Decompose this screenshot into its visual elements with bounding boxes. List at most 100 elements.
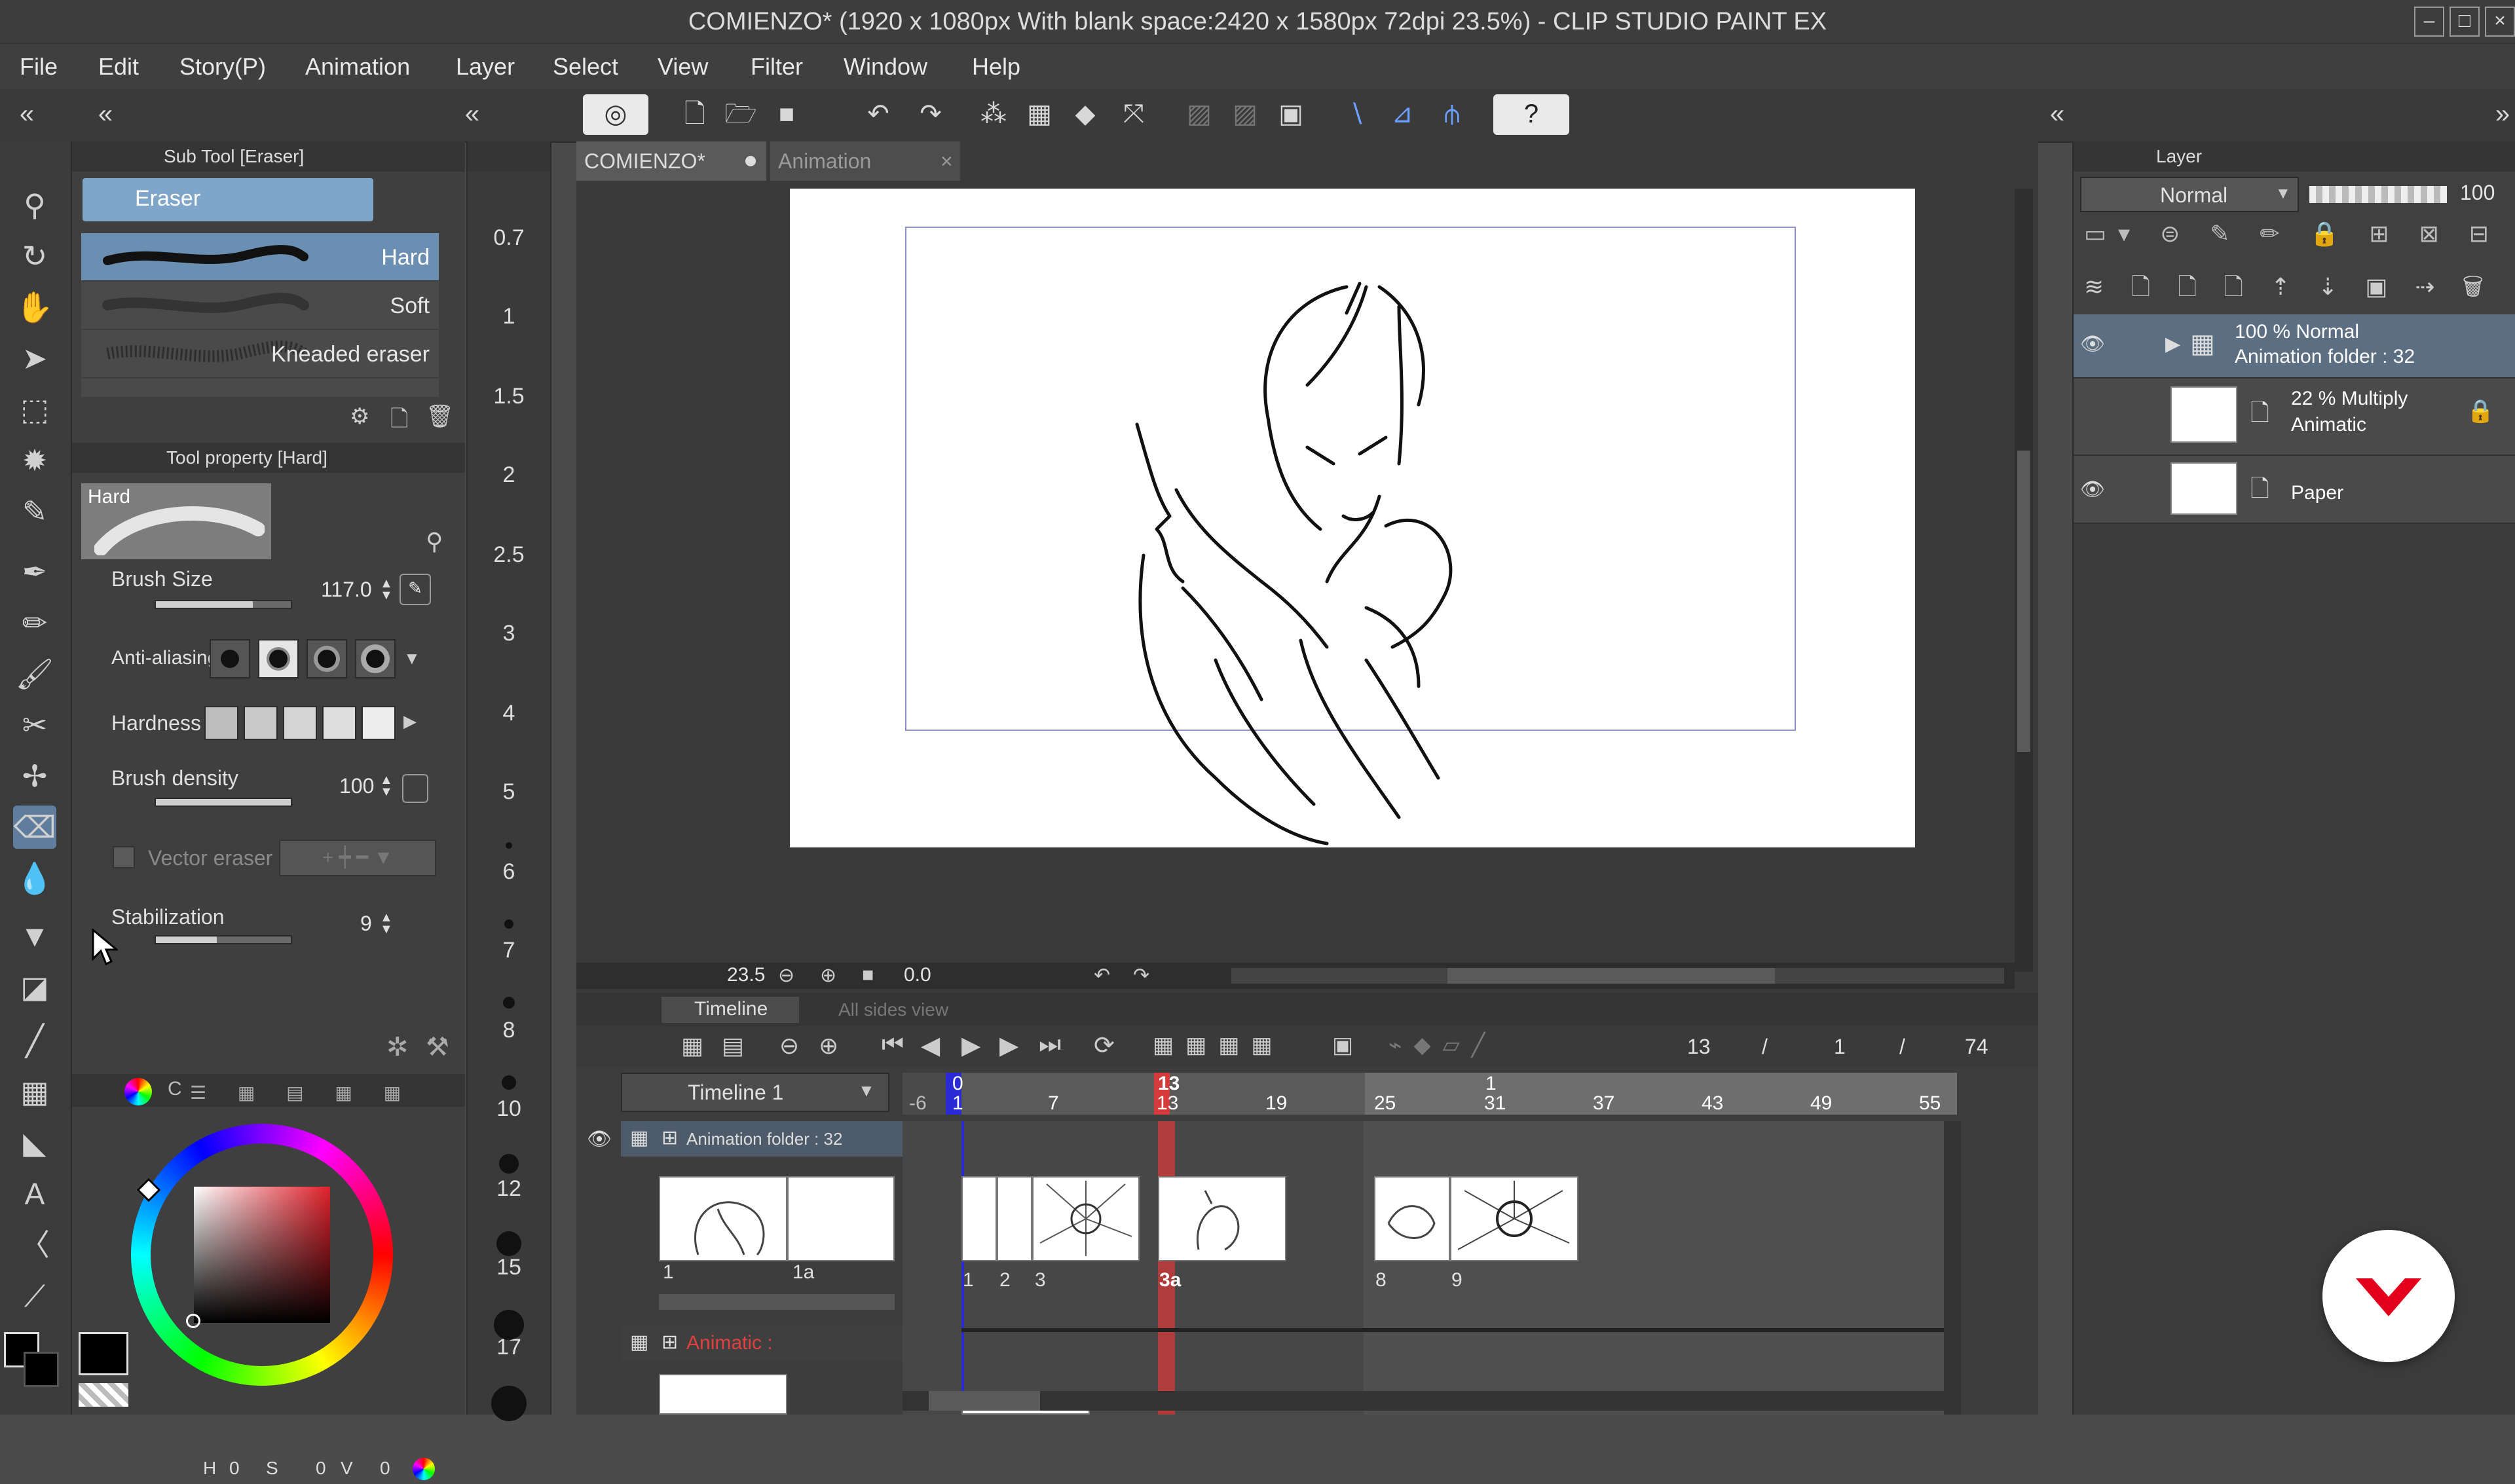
antialias-dropdown-icon[interactable]: ▼ [403, 648, 420, 669]
density-stepper[interactable]: ▲ ▼ [380, 773, 393, 798]
first-frame-icon[interactable]: ⏮ [882, 1031, 904, 1059]
property-settings-icon[interactable]: ✲ [386, 1032, 409, 1062]
total-frames[interactable]: 74 [1965, 1035, 1988, 1059]
onion-skin-icon[interactable]: ▣ [1332, 1032, 1353, 1058]
timeline-select[interactable]: Timeline 1 ▼ [621, 1073, 889, 1112]
operation-icon[interactable]: ◣ [13, 1121, 56, 1164]
zoom-value[interactable]: 23.5 [727, 964, 765, 986]
hue-handle[interactable] [136, 1178, 161, 1202]
subtool-group-eraser[interactable]: Eraser [83, 178, 373, 221]
keyframe-tools-icons[interactable]: ⌁◆▱╱ [1388, 1032, 1497, 1058]
zoom-tool-icon[interactable]: ⚲ [13, 183, 56, 227]
all-sides-tab-label[interactable]: All sides view [838, 999, 948, 1020]
opacity-value[interactable]: 100 [2460, 181, 2495, 205]
timeline-zoom-out-icon[interactable]: ⊖ [779, 1032, 799, 1060]
size-1[interactable]: 1 [468, 304, 550, 329]
snap-special-icon[interactable]: ⊿ [1382, 94, 1423, 135]
gradient-icon[interactable]: ◪ [13, 965, 56, 1009]
size-3[interactable]: 3 [468, 621, 550, 646]
folder-cel-1a[interactable] [787, 1176, 895, 1261]
color-tab-label[interactable]: C [168, 1078, 182, 1100]
collapse-left-2-icon[interactable]: « [85, 94, 126, 135]
size-7[interactable]: 7 [468, 938, 550, 963]
snap-grid-icon[interactable]: ⫛ [1432, 94, 1472, 135]
pen-icon[interactable]: ✒ [13, 550, 56, 593]
help-icon[interactable]: ? [1493, 94, 1569, 135]
color-wheel[interactable] [131, 1124, 393, 1386]
cel-3a[interactable] [1158, 1176, 1286, 1261]
rotate-left-icon[interactable]: ↶ [1094, 964, 1110, 987]
layer-tool-row-2[interactable]: ≋ 🗋 🗋 🗋 ⇡ ⇣ ▣ ⇢ 🗑 [2084, 270, 2503, 309]
new-file-icon[interactable]: 🗋 [675, 94, 715, 135]
color-mode-icon[interactable] [413, 1458, 435, 1480]
menu-file[interactable]: File [20, 44, 58, 90]
size-10[interactable]: 10 [468, 1096, 550, 1122]
antialias-strong[interactable] [355, 639, 396, 678]
size-5[interactable]: 5 [468, 779, 550, 805]
cel-3[interactable] [1032, 1176, 1140, 1261]
zoom-in-icon[interactable]: ⊕ [820, 964, 836, 987]
open-file-icon[interactable]: 🗁 [720, 94, 761, 135]
menu-edit[interactable]: Edit [98, 44, 139, 90]
brush-icon[interactable]: 🖌 [13, 652, 56, 696]
size-4[interactable]: 4 [468, 701, 550, 726]
stabilization-stepper[interactable]: ▲ ▼ [380, 911, 393, 936]
brush-item-soft[interactable]: Soft [81, 282, 439, 329]
collapse-left-3-icon[interactable]: « [452, 94, 493, 135]
frame-icon[interactable]: ▦ [13, 1070, 56, 1113]
layer-eye-icon[interactable]: 👁 [2080, 478, 2105, 501]
cel-9[interactable] [1450, 1176, 1578, 1261]
play-icon[interactable]: ▶ [961, 1031, 980, 1060]
menu-animation[interactable]: Animation [305, 44, 410, 90]
save-icon[interactable]: ■ [766, 94, 807, 135]
drawing-canvas[interactable] [790, 189, 1915, 847]
hardness-5[interactable] [362, 706, 396, 740]
next-frame-icon[interactable]: ▶ [999, 1031, 1018, 1060]
zoom-out-icon[interactable]: ⊖ [778, 964, 794, 987]
brush-item-hard[interactable]: Hard [81, 233, 439, 280]
crop-icon[interactable]: ▨ [1179, 94, 1220, 135]
brush-size-slider[interactable] [155, 600, 292, 609]
doc-tab-animation[interactable]: Animation [770, 141, 960, 181]
undo-icon[interactable]: ↶ [858, 94, 899, 135]
lock-icon[interactable]: 🔒 [2467, 398, 2494, 424]
fit-icon[interactable]: ■ [862, 964, 874, 986]
playback-value[interactable]: 1 [1834, 1035, 1846, 1059]
expand-plus-icon[interactable]: ⊞ [661, 1126, 678, 1149]
figure-icon[interactable]: ╱ [13, 1019, 56, 1062]
size-2[interactable]: 2 [468, 462, 550, 488]
close-tab-icon[interactable]: × [941, 149, 953, 174]
redo-icon[interactable]: ↷ [910, 94, 951, 135]
menu-select[interactable]: Select [553, 44, 618, 90]
correct-line-icon[interactable]: ⟋ [13, 1274, 56, 1318]
cel-1[interactable] [961, 1176, 997, 1261]
timeline-tab[interactable]: Timeline [661, 997, 799, 1023]
color-picker-handle[interactable] [186, 1314, 200, 1328]
rotate-right-icon[interactable]: ↷ [1133, 964, 1149, 987]
canvas-vscroll[interactable] [2015, 189, 2033, 972]
blend-icon[interactable]: 💧 [13, 857, 56, 900]
frames-area[interactable]: 1 2 3 3a 8 9 [903, 1121, 1944, 1415]
color-sv-square[interactable] [194, 1187, 330, 1323]
hardness-1[interactable] [204, 706, 238, 740]
loop-icon[interactable]: ⟳ [1094, 1031, 1115, 1060]
stabilization-value[interactable]: 9 [360, 912, 372, 936]
sub-color-swatch[interactable] [24, 1352, 59, 1387]
frame-ruler[interactable]: 0 13 1 -6 1 7 13 19 25 31 37 43 49 55 [903, 1073, 1957, 1115]
animatic-cel[interactable] [659, 1374, 787, 1415]
size-12[interactable]: 12 [468, 1176, 550, 1202]
delete-subtool-icon[interactable]: 🗑 [426, 403, 454, 430]
density-slider[interactable] [155, 798, 292, 807]
color-main-swatch[interactable] [79, 1332, 128, 1375]
current-frame[interactable]: 13 [1687, 1035, 1711, 1059]
collapse-right-icon[interactable]: « [2037, 94, 2077, 135]
canvas-hscroll[interactable] [1231, 968, 2004, 984]
maximize-button[interactable]: □ [2450, 7, 2480, 37]
text-icon[interactable]: A [13, 1172, 56, 1215]
new-subtool-icon[interactable]: 🗋 [390, 403, 408, 441]
track-scrollbar[interactable] [659, 1294, 895, 1310]
select-all-icon[interactable]: ▣ [1271, 94, 1311, 135]
density-pressure-icon[interactable] [402, 774, 428, 803]
size-15[interactable]: 15 [468, 1255, 550, 1280]
layer-row-paper[interactable]: 👁 🗋 Paper [2074, 456, 2515, 524]
